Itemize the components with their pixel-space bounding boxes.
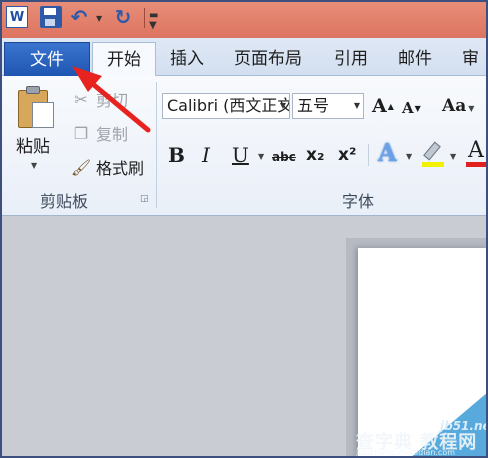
- underline-dropdown-icon[interactable]: ▼: [258, 152, 264, 161]
- font-name-combo[interactable]: Calibri (西文正文) ▼: [162, 93, 290, 119]
- ribbon-tabs: 文件 开始 插入 页面布局 引用 邮件 审阅: [0, 38, 488, 103]
- font-size-value: 五号: [297, 96, 330, 115]
- tab-references[interactable]: 引用: [322, 42, 380, 76]
- ribbon: 粘贴 ▼ ✂ 剪切 ❐ 复制 🖌 格式刷 剪贴板 ◲ Calibri (西文正文…: [0, 76, 488, 216]
- format-painter-label: 格式刷: [96, 159, 145, 178]
- divider: [144, 8, 145, 28]
- copy-button[interactable]: ❐ 复制: [70, 122, 129, 145]
- shrink-font-button[interactable]: A▼: [402, 95, 421, 121]
- undo-icon[interactable]: ↶: [68, 5, 90, 29]
- highlighter-icon[interactable]: [420, 140, 446, 168]
- change-case-button[interactable]: Aa ▼: [442, 93, 474, 119]
- customize-quick-access-icon[interactable]: ▬ ▼: [149, 11, 158, 31]
- dialog-launcher-icon[interactable]: ◲: [140, 194, 149, 204]
- tab-review[interactable]: 审阅: [450, 42, 488, 103]
- text-effects-button[interactable]: A: [378, 140, 397, 166]
- cut-button[interactable]: ✂ 剪切: [70, 88, 129, 111]
- highlight-dropdown-icon[interactable]: ▼: [450, 152, 456, 161]
- tab-home[interactable]: 开始: [92, 42, 156, 77]
- text-effects-dropdown-icon[interactable]: ▼: [406, 152, 412, 161]
- redo-icon[interactable]: ↻: [112, 5, 134, 29]
- watermark-sub: jiaocheng.chazidian.com: [356, 448, 456, 457]
- cut-label: 剪切: [96, 91, 129, 110]
- bold-button[interactable]: B: [168, 142, 185, 168]
- font-name-value: Calibri (西文正文): [167, 96, 290, 115]
- italic-button[interactable]: I: [202, 142, 210, 168]
- paintbrush-icon: 🖌: [70, 157, 92, 177]
- tab-page-layout[interactable]: 页面布局: [222, 42, 314, 76]
- copy-label: 复制: [96, 125, 129, 144]
- grow-font-button[interactable]: A▲: [372, 93, 394, 119]
- scissors-icon: ✂: [74, 89, 88, 109]
- superscript-button[interactable]: x²: [338, 142, 356, 168]
- strikethrough-button[interactable]: abc: [272, 144, 296, 170]
- save-icon[interactable]: [40, 6, 62, 28]
- paste-button-label[interactable]: 粘贴: [16, 132, 50, 157]
- tab-file[interactable]: 文件: [4, 42, 90, 76]
- tab-insert[interactable]: 插入: [158, 42, 216, 76]
- group-divider: [156, 82, 157, 208]
- paste-dropdown-icon[interactable]: ▼: [31, 161, 37, 170]
- group-label-font: 字体: [342, 192, 375, 211]
- group-label-clipboard: 剪贴板: [40, 192, 89, 211]
- font-size-combo[interactable]: 五号 ▼: [292, 93, 364, 119]
- title-bar: W ↶ ▼ ↻ ▬ ▼: [0, 0, 488, 38]
- format-painter-button[interactable]: 🖌 格式刷: [70, 156, 145, 179]
- font-color-icon[interactable]: A: [464, 138, 488, 168]
- undo-dropdown-icon[interactable]: ▼: [96, 14, 102, 23]
- font-size-dropdown-icon[interactable]: ▼: [354, 94, 360, 118]
- word-logo-icon[interactable]: W: [6, 6, 28, 28]
- paste-icon[interactable]: [16, 84, 58, 130]
- divider: [368, 144, 369, 166]
- tab-mailings[interactable]: 邮件: [386, 42, 444, 76]
- copy-icon: ❐: [73, 123, 89, 143]
- underline-button[interactable]: U: [232, 142, 249, 168]
- subscript-button[interactable]: x₂: [306, 142, 324, 168]
- font-name-dropdown-icon[interactable]: ▼: [280, 94, 286, 118]
